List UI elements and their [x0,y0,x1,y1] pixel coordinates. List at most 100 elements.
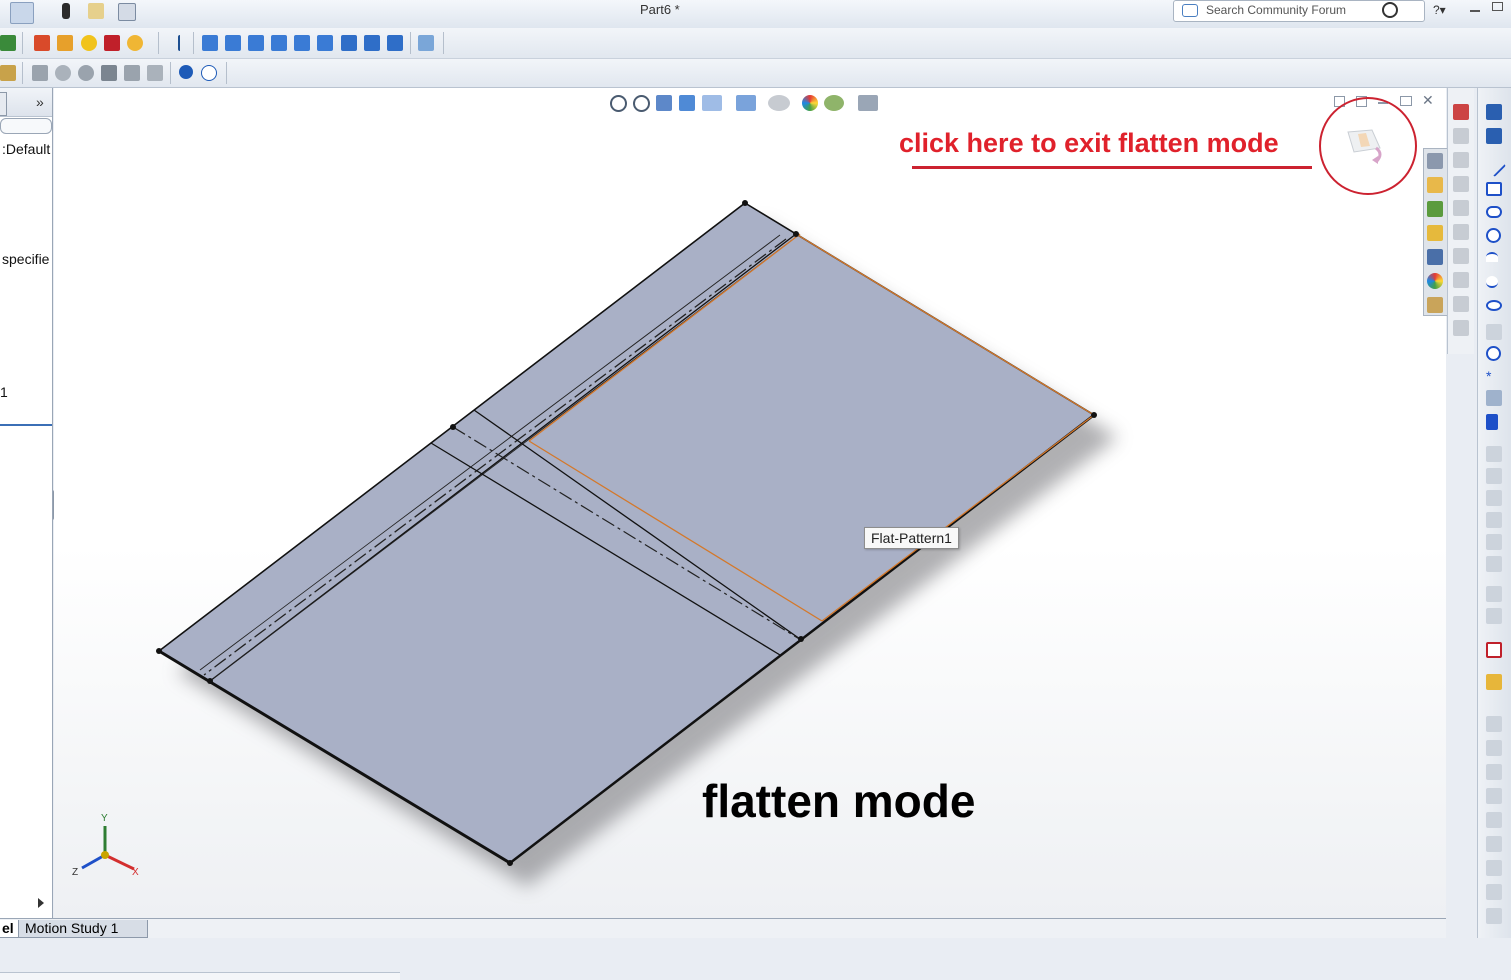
appearance-icon[interactable] [34,35,50,51]
smart-dimension-icon[interactable] [1453,104,1469,120]
select-arrow-icon[interactable] [10,2,34,24]
file-explorer-icon[interactable] [1427,225,1443,241]
restore-doc-icon[interactable] [1400,96,1412,106]
graphics-area[interactable]: Y Z X ✕ click here to exit flatten mode … [54,88,1446,920]
help-menu-icon[interactable]: ?▾ [1433,3,1446,17]
extrude-icon[interactable] [1453,128,1469,144]
anchor-icon[interactable] [178,35,182,51]
table2-icon[interactable] [124,65,140,81]
measure-icon[interactable] [418,35,434,51]
rectangle-icon[interactable] [1486,182,1502,196]
spline-icon[interactable] [1486,276,1498,288]
dimension-icon[interactable] [1486,128,1502,144]
rib-icon[interactable] [1453,272,1469,288]
slot-icon[interactable] [1486,206,1502,218]
convert-icon[interactable] [1486,490,1502,506]
view-palette-icon[interactable] [1427,249,1443,265]
hide-show-items-icon[interactable] [768,95,790,111]
sheet-metal-tool-6-icon[interactable] [1486,836,1502,852]
edit-appearance-icon[interactable] [57,35,73,51]
fillet-sketch-icon[interactable] [1486,324,1502,340]
back-view-icon[interactable] [225,35,241,51]
custom-properties-icon[interactable] [1427,297,1443,313]
color-icon[interactable] [104,35,120,51]
quick-snaps-icon[interactable] [1486,642,1502,658]
exit-flatten-icon[interactable] [1344,126,1388,166]
dimetric-view-icon[interactable] [387,35,403,51]
design-library-icon[interactable] [1427,201,1443,217]
home-icon[interactable] [1427,177,1443,193]
table3-icon[interactable] [147,65,163,81]
horizontal-scrollbar[interactable] [0,896,50,910]
revolve-icon[interactable] [1453,152,1469,168]
tree-item-text[interactable]: 1 [0,384,8,400]
sheet-metal-tool-8-icon[interactable] [1486,884,1502,900]
minimize-window-icon[interactable] [1470,0,1480,12]
filter-field[interactable] [0,118,52,134]
rebuild-icon[interactable] [0,35,16,51]
panel-tab[interactable] [0,92,7,116]
repair-sketch-icon[interactable] [1486,608,1502,624]
search-input[interactable]: Search Community Forum [1173,0,1425,22]
sketch-icon[interactable] [1486,104,1502,120]
trim-icon[interactable] [1486,512,1502,528]
fillet-icon[interactable] [1453,224,1469,240]
sheet-metal-tool-9-icon[interactable] [1486,908,1502,924]
right-view-icon[interactable] [271,35,287,51]
chamfer-icon[interactable] [1453,248,1469,264]
tab-motion-study[interactable]: Motion Study 1 [18,920,148,938]
check-icon[interactable] [81,35,97,51]
relations-icon[interactable] [1486,586,1502,602]
info-icon[interactable] [201,65,217,81]
move-entities-icon[interactable] [1486,556,1502,572]
linear-pattern-icon[interactable] [1486,534,1502,550]
point-icon[interactable]: * [1486,368,1502,384]
isometric-view-icon[interactable] [341,35,357,51]
table-icon[interactable] [101,65,117,81]
zoom-to-fit-icon[interactable] [610,95,627,112]
circle-icon[interactable] [1486,228,1501,243]
sketch-icon[interactable] [32,65,48,81]
view-settings-icon[interactable] [858,95,878,111]
sheet-metal-tool-5-icon[interactable] [1486,812,1502,828]
line-icon[interactable] [1481,152,1507,178]
appearances-icon[interactable] [1427,273,1443,289]
sheet-metal-tool-2-icon[interactable] [1486,740,1502,756]
rapid-sketch-icon[interactable] [1486,674,1502,690]
loft-icon[interactable] [1453,200,1469,216]
polygon-icon[interactable] [1486,346,1501,361]
view-orientation-icon[interactable] [702,95,722,111]
edit-appearance-icon[interactable] [802,95,818,111]
sheet-metal-tool-1-icon[interactable] [1486,716,1502,732]
front-view-icon[interactable] [202,35,218,51]
close-doc-icon[interactable]: ✕ [1422,92,1434,109]
options-icon[interactable] [118,3,136,21]
import-icon[interactable] [0,65,16,81]
display-style-icon[interactable] [736,95,756,111]
draft-icon[interactable] [1453,320,1469,336]
loop-icon[interactable] [55,65,71,81]
top-view-icon[interactable] [294,35,310,51]
bottom-view-icon[interactable] [317,35,333,51]
file-properties-icon[interactable] [88,3,104,19]
resources-icon[interactable] [1427,153,1443,169]
apply-scene-icon[interactable] [824,95,844,111]
help-icon[interactable] [179,65,193,79]
text-icon[interactable] [1486,414,1498,430]
collapse-panel-button[interactable]: » [36,94,44,110]
left-view-icon[interactable] [248,35,264,51]
scene-icon[interactable] [127,35,143,51]
maximize-window-icon[interactable] [1492,2,1503,11]
ellipse-icon[interactable] [1486,300,1502,311]
zoom-area-icon[interactable] [633,95,650,112]
trimetric-view-icon[interactable] [364,35,380,51]
arc-icon[interactable] [1486,252,1498,262]
previous-view-icon[interactable] [656,95,672,111]
scroll-right-icon[interactable] [38,898,44,908]
sheet-metal-tool-7-icon[interactable] [1486,860,1502,876]
cog-icon[interactable] [78,65,94,81]
sheet-metal-tool-4-icon[interactable] [1486,788,1502,804]
centerline-icon[interactable] [1486,390,1502,406]
shell-icon[interactable] [1453,296,1469,312]
search-icon[interactable] [1382,2,1398,18]
